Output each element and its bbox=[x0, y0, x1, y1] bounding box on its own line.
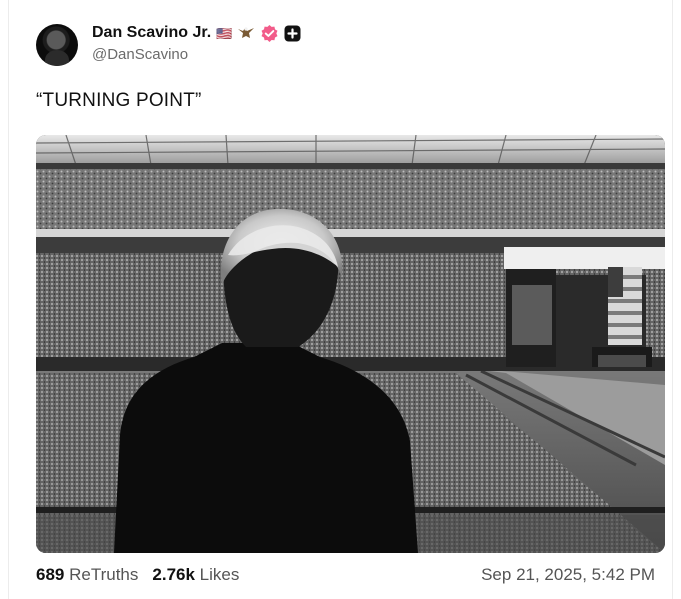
post-stats: 689 ReTruths 2.76k Likes bbox=[36, 565, 239, 585]
post-photo[interactable] bbox=[36, 135, 665, 553]
author-name-row: Dan Scavino Jr. 🇺🇸 bbox=[92, 22, 301, 44]
author-handle[interactable]: @DanScavino bbox=[92, 46, 188, 63]
retruths-stat[interactable]: 689 ReTruths bbox=[36, 565, 138, 585]
stadium-photo bbox=[36, 135, 665, 553]
retruths-count: 689 bbox=[36, 565, 65, 584]
us-flag-icon: 🇺🇸 bbox=[216, 25, 233, 41]
author-display-name[interactable]: Dan Scavino Jr. bbox=[92, 24, 211, 42]
verified-badge-icon bbox=[260, 24, 279, 43]
eagle-icon bbox=[237, 26, 255, 40]
retruths-label: ReTruths bbox=[69, 565, 139, 584]
likes-count: 2.76k bbox=[152, 565, 195, 584]
likes-label: Likes bbox=[199, 565, 240, 584]
author-avatar[interactable] bbox=[36, 24, 78, 66]
post-timestamp[interactable]: Sep 21, 2025, 5:42 PM bbox=[481, 565, 655, 585]
post-card: Dan Scavino Jr. 🇺🇸 @DanScavino “TURNING … bbox=[8, 0, 673, 599]
post-text: “TURNING POINT” bbox=[36, 90, 202, 111]
plus-badge-icon bbox=[284, 25, 301, 42]
likes-stat[interactable]: 2.76k Likes bbox=[152, 565, 239, 585]
